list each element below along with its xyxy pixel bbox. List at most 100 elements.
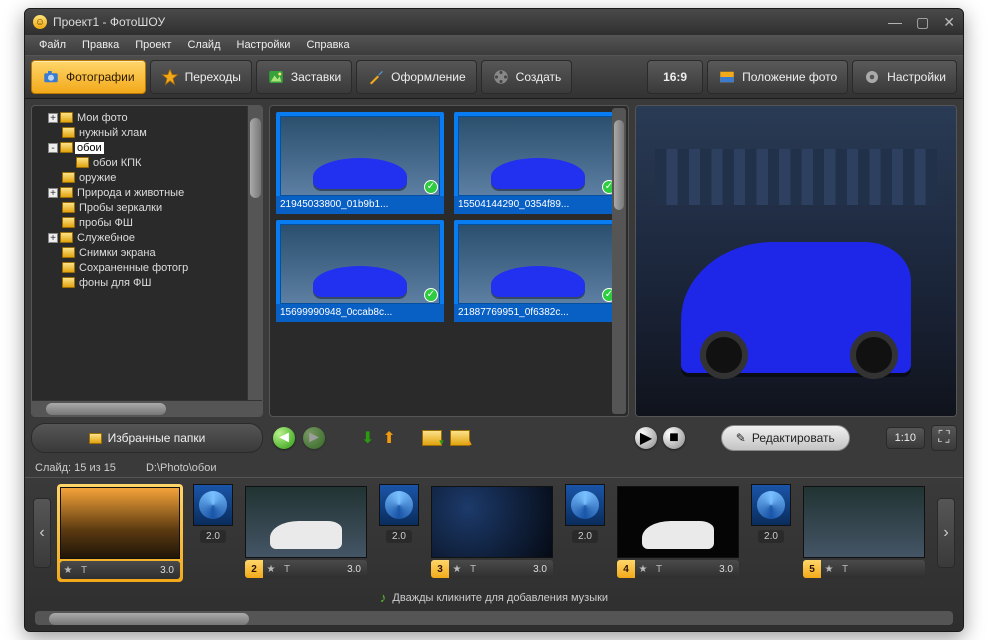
tab-photos[interactable]: Фотографии	[31, 60, 146, 94]
text-icon[interactable]: T	[76, 565, 92, 576]
timeline-slide[interactable]: 4★T 3.0	[615, 484, 741, 582]
status-bar: Слайд: 15 из 15 D:\Photo\обои	[25, 459, 963, 477]
timeline-slide[interactable]: 3★T3.0	[429, 484, 555, 582]
timeline-transition[interactable]: 2.0	[191, 484, 235, 582]
stop-button[interactable]: ■	[663, 427, 685, 449]
tab-create[interactable]: Создать	[481, 60, 573, 94]
tree-item[interactable]: обои КПК	[34, 155, 260, 170]
aspect-ratio-button[interactable]: 16:9	[647, 60, 703, 94]
timeline-transition[interactable]: 2.0	[563, 484, 607, 582]
folder-icon	[60, 112, 73, 123]
remove-from-timeline-button[interactable]: ⬆	[382, 428, 395, 448]
timeline-transition[interactable]: 2.0	[749, 484, 793, 582]
timeline: ‹ ★T3.02.02★T3.02.03★T3.02.04★T3.02.05★T…	[25, 477, 963, 631]
tab-design[interactable]: Оформление	[356, 60, 476, 94]
minimize-button[interactable]: —	[888, 15, 902, 29]
thumbnail-grid: ✓21945033800_01b9b1...✓15504144290_0354f…	[269, 105, 629, 417]
remove-folder-button[interactable]: ▴	[450, 430, 470, 446]
star-icon[interactable]: ★	[263, 564, 279, 575]
close-button[interactable]: ✕	[943, 15, 955, 29]
thumbnail[interactable]: ✓21945033800_01b9b1...	[276, 112, 444, 214]
text-icon[interactable]: T	[837, 564, 853, 575]
tree-expander[interactable]: +	[48, 188, 58, 198]
tree-label: фоны для ФШ	[77, 277, 154, 289]
nav-back-button[interactable]: ◄	[273, 427, 295, 449]
photo-position-button[interactable]: Положение фото	[707, 60, 848, 94]
tree-item[interactable]: Пробы зеркалки	[34, 200, 260, 215]
menu-bar: Файл Правка Проект Слайд Настройки Справ…	[25, 35, 963, 55]
text-icon[interactable]: T	[465, 564, 481, 575]
tab-transitions[interactable]: Переходы	[150, 60, 252, 94]
text-icon[interactable]: T	[279, 564, 295, 575]
thumbnail[interactable]: ✓15504144290_0354f89...	[454, 112, 622, 214]
gallery-vertical-scrollbar[interactable]	[612, 108, 626, 414]
timeline-horizontal-scrollbar[interactable]	[35, 611, 953, 625]
tree-vertical-scrollbar[interactable]	[247, 106, 262, 400]
menu-help[interactable]: Справка	[298, 37, 357, 53]
current-path: D:\Photo\обои	[146, 462, 217, 474]
tree-item[interactable]: нужный хлам	[34, 125, 260, 140]
tree-item[interactable]: фоны для ФШ	[34, 275, 260, 290]
tree-expander[interactable]: -	[48, 143, 58, 153]
tree-expander[interactable]: +	[48, 113, 58, 123]
timeline-nav-left[interactable]: ‹	[33, 498, 51, 568]
titlebar: ☺ Проект1 - ФотоШОУ — ▢ ✕	[25, 9, 963, 35]
slide-number: 2	[245, 560, 263, 578]
settings-button[interactable]: Настройки	[852, 60, 957, 94]
timeline-slide[interactable]: 2★T3.0	[243, 484, 369, 582]
timeline-slide[interactable]: ★T3.0	[57, 484, 183, 582]
menu-project[interactable]: Проект	[127, 37, 179, 53]
tree-item[interactable]: +Служебное	[34, 230, 260, 245]
timeline-slide[interactable]: 5★T	[801, 484, 927, 582]
slide-number: 4	[617, 560, 635, 578]
star-icon[interactable]: ★	[821, 564, 837, 575]
star-icon[interactable]: ★	[635, 564, 651, 575]
music-note-icon: ♪	[380, 590, 387, 605]
folder-icon	[60, 142, 73, 153]
menu-edit[interactable]: Правка	[74, 37, 127, 53]
edit-button[interactable]: ✎ Редактировать	[721, 425, 850, 451]
folder-icon	[89, 433, 102, 444]
tab-bumpers-label: Заставки	[291, 70, 341, 84]
favorites-folders-button[interactable]: Избранные папки	[31, 423, 263, 453]
star-icon[interactable]: ★	[449, 564, 465, 575]
add-to-timeline-button[interactable]: ⬇	[361, 428, 374, 448]
fullscreen-button[interactable]: ⛶	[931, 425, 957, 451]
tab-bumpers[interactable]: Заставки	[256, 60, 352, 94]
tree-horizontal-scrollbar[interactable]	[32, 400, 262, 416]
timeline-nav-right[interactable]: ›	[937, 498, 955, 568]
slide-number: 5	[803, 560, 821, 578]
play-button[interactable]: ▶	[635, 427, 657, 449]
audio-track-prompt[interactable]: ♪ Дважды кликните для добавления музыки	[25, 588, 963, 607]
tree-item[interactable]: Снимки экрана	[34, 245, 260, 260]
folder-icon	[62, 172, 75, 183]
tree-label: нужный хлам	[77, 127, 149, 139]
tree-item[interactable]: пробы ФШ	[34, 215, 260, 230]
tree-expander[interactable]: +	[48, 233, 58, 243]
text-icon[interactable]: T	[651, 564, 667, 575]
slide-counter: Слайд: 15 из 15	[35, 462, 116, 474]
tree-item[interactable]: -обои	[34, 140, 260, 155]
aspect-ratio-label: 16:9	[663, 70, 687, 84]
app-icon: ☺	[33, 15, 47, 29]
tree-label: оружие	[77, 172, 118, 184]
nav-forward-button[interactable]: ►	[303, 427, 325, 449]
menu-file[interactable]: Файл	[31, 37, 74, 53]
tree-item[interactable]: оружие	[34, 170, 260, 185]
maximize-button[interactable]: ▢	[916, 15, 929, 29]
tree-item[interactable]: +Природа и животные	[34, 185, 260, 200]
thumbnail[interactable]: ✓21887769951_0f6382c...	[454, 220, 622, 322]
reel-icon	[492, 68, 510, 86]
tree-item[interactable]: Сохраненные фотогр	[34, 260, 260, 275]
menu-settings[interactable]: Настройки	[229, 37, 299, 53]
transition-duration: 2.0	[572, 530, 598, 543]
add-folder-button[interactable]: ▾	[422, 430, 442, 446]
slide-duration: 3.0	[719, 564, 739, 575]
folder-tree[interactable]: +Мои фотонужный хлам-обоиобои КПКоружие+…	[31, 105, 263, 417]
tree-item[interactable]: +Мои фото	[34, 110, 260, 125]
thumbnail[interactable]: ✓15699990948_0ccab8c...	[276, 220, 444, 322]
preview-area	[635, 105, 957, 417]
star-icon[interactable]: ★	[60, 565, 76, 576]
menu-slide[interactable]: Слайд	[179, 37, 228, 53]
timeline-transition[interactable]: 2.0	[377, 484, 421, 582]
